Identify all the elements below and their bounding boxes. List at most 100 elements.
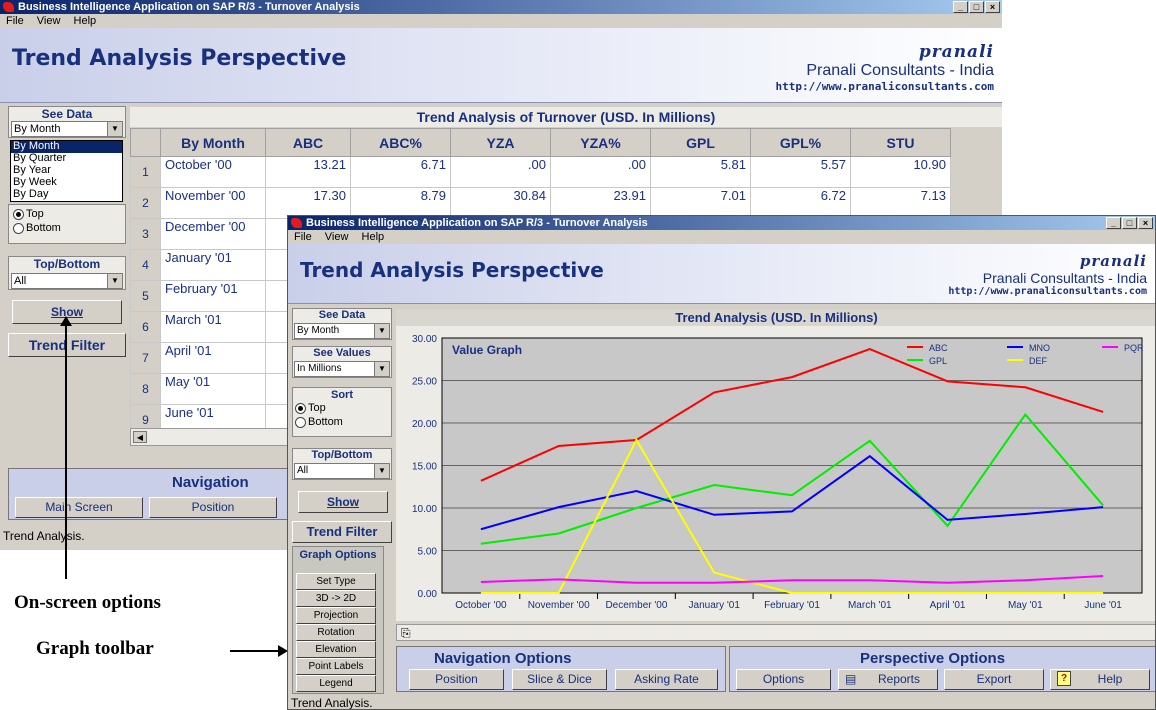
chevron-down-icon[interactable]: ▼ bbox=[107, 274, 122, 288]
rotation-button[interactable]: Rotation bbox=[296, 624, 376, 641]
option-by-day[interactable]: By Day bbox=[11, 189, 122, 201]
menu-help[interactable]: Help bbox=[74, 15, 97, 27]
value-cell: 10.90 bbox=[850, 156, 951, 188]
row-number-header bbox=[130, 128, 161, 157]
show-button[interactable]: Show bbox=[298, 491, 388, 513]
y-tick-label: 30.00 bbox=[412, 334, 437, 345]
see-data-dropdown[interactable]: By Month By Quarter By Year By Week By D… bbox=[10, 140, 123, 202]
y-tick-label: 25.00 bbox=[412, 377, 437, 388]
menu-view[interactable]: View bbox=[37, 15, 61, 27]
column-header[interactable]: ABC bbox=[265, 128, 351, 157]
navigation-header: Navigation Options bbox=[434, 650, 572, 667]
help-icon: ? bbox=[1057, 671, 1071, 686]
navigation-panel: Navigation Options Position Slice & Dice… bbox=[396, 646, 726, 692]
page-title: Trend Analysis Perspective bbox=[300, 258, 604, 282]
chevron-down-icon[interactable]: ▼ bbox=[107, 122, 122, 136]
minimize-icon[interactable]: _ bbox=[953, 1, 968, 13]
value-cell: .00 bbox=[550, 156, 651, 188]
menu-view[interactable]: View bbox=[325, 231, 349, 243]
table-row[interactable]: 2 November '00 17.30 8.79 30.84 23.91 7.01 6.72… bbox=[130, 187, 951, 219]
y-tick-label: 0.00 bbox=[418, 589, 438, 600]
close-icon[interactable]: × bbox=[985, 1, 1000, 13]
month-cell: April '01 bbox=[160, 342, 266, 374]
menu-help[interactable]: Help bbox=[362, 231, 385, 243]
legend-button[interactable]: Legend bbox=[296, 675, 376, 692]
topbottom-panel: Top/Bottom All ▼ bbox=[292, 448, 392, 480]
graph-label: Value Graph bbox=[452, 343, 522, 357]
trend-filter-button[interactable]: Trend Filter bbox=[8, 333, 126, 357]
brand-logo: pranali bbox=[1079, 252, 1147, 270]
brand-block: pranali Pranali Consultants - India http… bbox=[775, 42, 994, 93]
value-cell: .00 bbox=[450, 156, 551, 188]
asking-rate-button[interactable]: Asking Rate bbox=[615, 669, 718, 690]
trend-filter-button[interactable]: Trend Filter bbox=[292, 521, 392, 543]
value-cell: 8.79 bbox=[350, 187, 451, 219]
perspective-header: Perspective Options bbox=[860, 650, 1006, 667]
row-number: 3 bbox=[130, 218, 161, 250]
position-button[interactable]: Position bbox=[149, 497, 277, 518]
table-row[interactable]: 1 October '00 13.21 6.71.00.00 5.81 5.57 10.90 bbox=[130, 156, 951, 188]
value-cell: 13.21 bbox=[265, 156, 351, 188]
slice-dice-button[interactable]: Slice & Dice bbox=[512, 669, 607, 690]
value-cell: 6.71 bbox=[350, 156, 451, 188]
maximize-icon[interactable]: □ bbox=[969, 1, 984, 13]
sort-bottom-radio[interactable]: Bottom bbox=[295, 415, 389, 429]
status-bar: Trend Analysis. bbox=[0, 528, 287, 544]
month-cell: May '01 bbox=[160, 373, 266, 405]
maximize-icon[interactable]: □ bbox=[1122, 217, 1137, 229]
annotation-arrow-line bbox=[65, 323, 67, 579]
see-data-select[interactable]: By Month ▼ bbox=[11, 121, 123, 137]
projection-button[interactable]: Projection bbox=[296, 607, 376, 624]
column-header[interactable]: GPL% bbox=[750, 128, 851, 157]
position-button[interactable]: Position bbox=[409, 669, 504, 690]
company-url[interactable]: http://www.pranaliconsultants.com bbox=[775, 80, 994, 93]
chart-copy-icon[interactable]: ⎘ bbox=[401, 626, 411, 641]
legend-label: ABC bbox=[929, 343, 948, 353]
close-icon[interactable]: × bbox=[1138, 217, 1153, 229]
see-data-select[interactable]: By Month ▼ bbox=[294, 323, 390, 339]
month-cell: October '00 bbox=[160, 156, 266, 188]
chevron-down-icon[interactable]: ▼ bbox=[374, 324, 389, 338]
main-screen-button[interactable]: Main Screen bbox=[15, 497, 143, 518]
topbottom-select[interactable]: All ▼ bbox=[294, 463, 390, 479]
grid-title: Trend Analysis of Turnover (USD. In Mill… bbox=[130, 107, 1002, 127]
column-header[interactable]: By Month bbox=[160, 128, 266, 157]
point-labels-button[interactable]: Point Labels bbox=[296, 658, 376, 675]
sort-panel: Sort Top Bottom bbox=[292, 387, 392, 437]
reports-button[interactable]: ▤ Reports bbox=[838, 669, 938, 690]
see-values-select[interactable]: In Millions ▼ bbox=[294, 361, 390, 377]
menu-file[interactable]: File bbox=[6, 15, 24, 27]
set-type-button[interactable]: Set Type bbox=[296, 573, 376, 590]
sort-top-radio[interactable]: Top bbox=[295, 401, 389, 415]
options-button[interactable]: Options bbox=[736, 669, 831, 690]
value-cell: 7.01 bbox=[650, 187, 751, 219]
x-tick-label: June '01 bbox=[1084, 600, 1122, 611]
3d-2d-button[interactable]: 3D -> 2D bbox=[296, 590, 376, 607]
minimize-icon[interactable]: _ bbox=[1106, 217, 1121, 229]
value-cell: 30.84 bbox=[450, 187, 551, 219]
chevron-down-icon[interactable]: ▼ bbox=[374, 464, 389, 478]
horizontal-scrollbar[interactable]: ◀ bbox=[130, 428, 290, 446]
column-header[interactable]: YZA bbox=[450, 128, 551, 157]
help-button[interactable]: ? Help bbox=[1050, 669, 1150, 690]
column-header[interactable]: ABC% bbox=[350, 128, 451, 157]
export-button[interactable]: Export bbox=[944, 669, 1044, 690]
annotation-graph-toolbar: Graph toolbar bbox=[36, 638, 154, 659]
column-header[interactable]: STU bbox=[850, 128, 951, 157]
sort-bottom-radio[interactable]: Bottom bbox=[13, 221, 121, 235]
topbottom-select[interactable]: All ▼ bbox=[11, 273, 123, 289]
scroll-left-icon[interactable]: ◀ bbox=[133, 431, 147, 443]
month-cell: March '01 bbox=[160, 311, 266, 343]
menu-file[interactable]: File bbox=[294, 231, 312, 243]
x-tick-label: October '00 bbox=[455, 600, 507, 611]
elevation-button[interactable]: Elevation bbox=[296, 641, 376, 658]
chevron-down-icon[interactable]: ▼ bbox=[374, 362, 389, 376]
sort-top-radio[interactable]: Top bbox=[13, 207, 121, 221]
month-cell: November '00 bbox=[160, 187, 266, 219]
row-number: 4 bbox=[130, 249, 161, 281]
column-header[interactable]: GPL bbox=[650, 128, 751, 157]
x-tick-label: February '01 bbox=[764, 600, 820, 611]
column-header[interactable]: YZA% bbox=[550, 128, 651, 157]
see-data-panel: See Data By Month ▼ bbox=[8, 106, 126, 138]
company-url[interactable]: http://www.pranaliconsultants.com bbox=[948, 286, 1147, 297]
